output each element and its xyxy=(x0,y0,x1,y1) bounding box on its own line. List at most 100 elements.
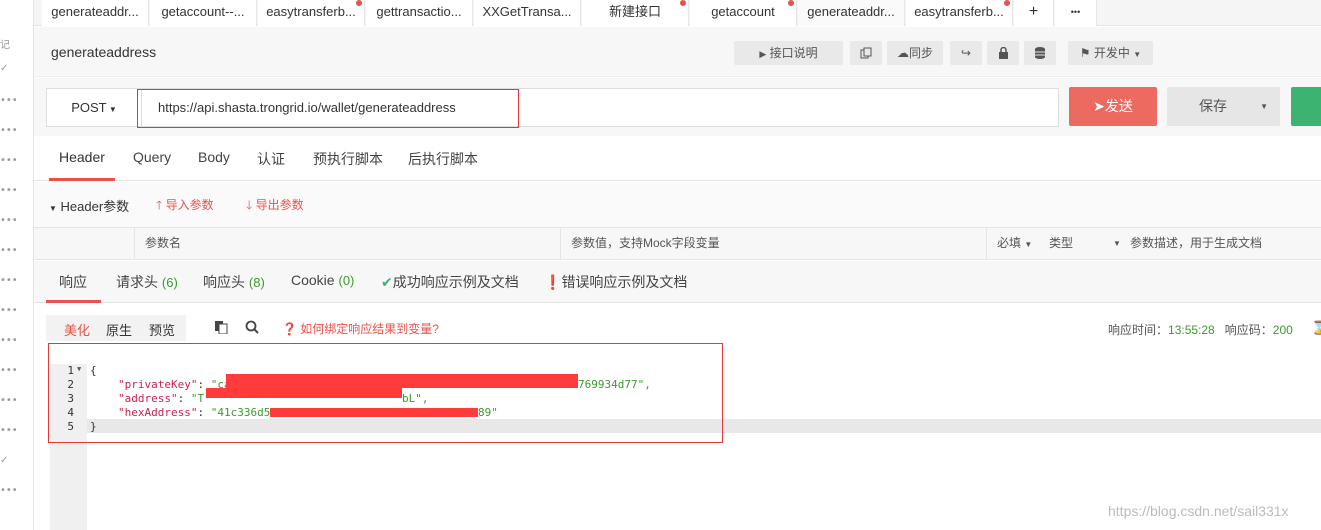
cookie-count: (0) xyxy=(338,273,355,288)
tab-response-headers[interactable]: 响应头 (8) xyxy=(203,272,265,292)
unsaved-dot xyxy=(1004,0,1010,6)
col-required[interactable]: 必填 ▼ xyxy=(986,228,1036,259)
import-label: 导入参数 xyxy=(165,198,214,212)
sidebar-dots-icon: ••• xyxy=(0,365,18,376)
view-raw[interactable]: 原生 xyxy=(106,320,132,339)
cloud-icon: ☁ xyxy=(896,46,909,60)
send-label: 发送 xyxy=(1104,98,1133,114)
tab-label: getaccount--... xyxy=(161,4,245,19)
view-beautify[interactable]: 美化 xyxy=(64,320,90,339)
sidebar-dots-icon: ••• xyxy=(0,95,18,106)
tab-label: easytransferb... xyxy=(914,4,1004,19)
caret-down-icon: ▼ xyxy=(106,105,117,114)
send-button[interactable]: ➤发送 xyxy=(1069,87,1157,126)
export-params-button[interactable]: 🡓 导出参数 xyxy=(246,196,304,217)
tab-item[interactable]: XXGetTransa... xyxy=(474,0,581,26)
page-title: generateaddress xyxy=(51,44,157,60)
import-params-button[interactable]: 🡑 导入参数 xyxy=(156,196,214,217)
plus-icon: + xyxy=(1028,3,1039,20)
method-label: POST xyxy=(71,100,107,115)
response-tabs: 响应 请求头 (6) 响应头 (8) Cookie (0) ✔成功响应示例及文档… xyxy=(34,261,1321,303)
extra-action-button[interactable] xyxy=(1291,87,1321,126)
watermark: https://blog.csdn.net/sail331x xyxy=(1108,503,1289,519)
flag-icon: ⚑ xyxy=(1079,46,1091,60)
caret-down-icon[interactable]: ▼ xyxy=(1260,87,1268,126)
resp-headers-count: (8) xyxy=(248,275,265,290)
send-icon: ➤ xyxy=(1093,98,1105,114)
tab-item[interactable]: gettransactio... xyxy=(366,0,473,26)
header-params-section: ▼ Header参数 🡑 导入参数 🡓 导出参数 xyxy=(34,182,1321,227)
sidebar-dots-icon: ••• xyxy=(0,125,18,136)
lock-icon[interactable] xyxy=(987,41,1019,65)
col-type[interactable]: 类型 ▼ xyxy=(1039,228,1121,259)
status-dropdown[interactable]: ⚑ 开发中 ▼ xyxy=(1068,41,1153,65)
sidebar-dots-icon: ••• xyxy=(0,335,18,346)
params-table-header: 参数名 参数值，支持Mock字段变量 必填 ▼ 类型 ▼ 参数描述，用于生成文档 xyxy=(34,227,1321,260)
response-time-label: 响应时间： xyxy=(1108,323,1169,337)
tab-item[interactable]: 新建接口 xyxy=(582,0,689,26)
tab-post-script[interactable]: 后执行脚本 xyxy=(408,149,478,169)
api-doc-label: 接口说明 xyxy=(769,46,818,60)
sync-button[interactable]: ☁同步 xyxy=(887,41,943,65)
response-time-value: 13:55:28 xyxy=(1168,323,1215,337)
active-tab-underline xyxy=(49,178,115,181)
sidebar-dots-icon: ••• xyxy=(0,155,18,166)
database-icon[interactable] xyxy=(1024,41,1056,65)
tab-item[interactable]: easytransferb... xyxy=(906,0,1013,26)
tab-header[interactable]: Header xyxy=(59,149,105,165)
tab-success-doc[interactable]: ✔成功响应示例及文档 xyxy=(381,272,519,292)
unsaved-dot xyxy=(356,0,362,6)
check-circle-icon: ✔ xyxy=(381,274,393,290)
header-params-toggle[interactable]: ▼ Header参数 xyxy=(49,196,129,215)
req-headers-label: 请求头 xyxy=(116,274,158,290)
tab-response[interactable]: 响应 xyxy=(59,272,87,292)
view-mode-tabs: 美化 原生 预览 xyxy=(46,315,186,341)
caret-down-icon: ▼ xyxy=(1024,240,1033,249)
caret-down-icon: ▼ xyxy=(1133,50,1142,59)
bind-hint-link[interactable]: ❓ 如何绑定响应结果到变量? xyxy=(282,320,439,337)
hourglass-icon: ⌛ xyxy=(1311,320,1321,335)
tab-item-active[interactable]: generateaddr... xyxy=(798,0,905,26)
tab-cookie[interactable]: Cookie (0) xyxy=(291,272,354,288)
tab-label: generateaddr... xyxy=(807,4,895,19)
tab-auth[interactable]: 认证 xyxy=(257,149,285,169)
share-icon[interactable]: ↪ xyxy=(950,41,982,65)
more-icon: ••• xyxy=(1070,7,1081,17)
question-icon: ❓ xyxy=(282,322,297,336)
unsaved-dot xyxy=(680,0,686,6)
tab-request-headers[interactable]: 请求头 (6) xyxy=(116,272,178,292)
add-tab-button[interactable]: + xyxy=(1014,0,1054,26)
copy-icon[interactable] xyxy=(214,320,228,337)
type-label: 类型 xyxy=(1049,236,1074,250)
search-icon[interactable] xyxy=(245,320,259,337)
required-label: 必填 xyxy=(997,236,1022,250)
cookie-label: Cookie xyxy=(291,272,335,288)
tab-label: gettransactio... xyxy=(376,4,462,19)
response-highlight-box xyxy=(48,343,723,443)
sidebar-dots-icon: ••• xyxy=(0,485,18,496)
caret-down-icon: ▼ xyxy=(49,204,57,213)
tab-label: 新建接口 xyxy=(608,4,661,19)
view-preview[interactable]: 预览 xyxy=(149,320,175,339)
tab-error-doc[interactable]: ❗错误响应示例及文档 xyxy=(544,272,687,292)
tab-label: generateaddr... xyxy=(51,4,139,19)
more-tabs-button[interactable]: ••• xyxy=(1055,0,1097,26)
tab-item[interactable]: easytransferb... xyxy=(258,0,365,26)
tab-item[interactable]: getaccount--... xyxy=(150,0,257,26)
url-highlight-box xyxy=(137,89,519,128)
status-label: 开发中 xyxy=(1093,46,1130,60)
tab-body[interactable]: Body xyxy=(198,149,230,165)
sidebar-dots-icon: ••• xyxy=(0,305,18,316)
tab-pre-script[interactable]: 预执行脚本 xyxy=(313,149,383,169)
tab-bar: generateaddr... getaccount--... easytran… xyxy=(34,0,1321,26)
copy-icon[interactable] xyxy=(850,41,882,65)
save-button[interactable]: 保存 ▼ xyxy=(1167,87,1280,126)
api-doc-button[interactable]: ▶ 接口说明 xyxy=(734,41,843,65)
tab-item[interactable]: generateaddr... xyxy=(42,0,149,26)
tab-label: easytransferb... xyxy=(266,4,356,19)
tab-item[interactable]: getaccount xyxy=(690,0,797,26)
success-doc-label: 成功响应示例及文档 xyxy=(392,274,519,290)
method-select[interactable]: POST ▼ xyxy=(46,88,141,127)
tab-query[interactable]: Query xyxy=(133,149,171,165)
sidebar-dots-icon: ••• xyxy=(0,185,18,196)
